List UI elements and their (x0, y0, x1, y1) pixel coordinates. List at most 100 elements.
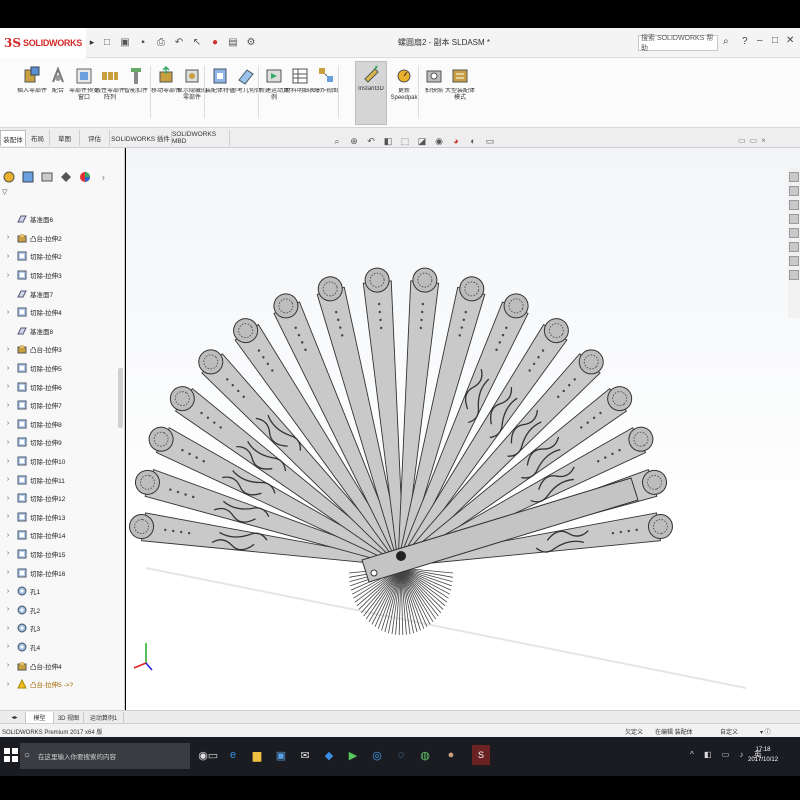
maps-icon[interactable]: ◍ (418, 747, 432, 763)
tree-item[interactable]: › 切除-拉伸9 (0, 433, 120, 452)
expand-chevron-icon[interactable]: › (0, 569, 16, 576)
maximize-button[interactable]: □ (772, 35, 778, 46)
design-library-icon[interactable] (789, 186, 799, 196)
appearances-icon[interactable] (789, 228, 799, 238)
feature-manager-tab-icon[interactable] (2, 171, 15, 184)
tree-item[interactable]: › 凸台-拉伸4 (0, 656, 120, 675)
scene-icon[interactable]: ◐ (466, 134, 480, 148)
expand-chevron-icon[interactable]: › (0, 662, 16, 669)
show-hidden-button[interactable]: 显示隐藏的零部件 (177, 64, 207, 122)
expand-chevron-icon[interactable]: › (0, 402, 16, 409)
viewport-window-controls[interactable]: ▭▭× (738, 136, 770, 145)
view-palette-icon[interactable] (789, 214, 799, 224)
expand-chevron-icon[interactable]: › (0, 513, 16, 520)
tree-item[interactable]: › 切除-拉伸6 (0, 377, 120, 396)
tree-item[interactable]: › 切除-拉伸15 (0, 545, 120, 564)
expand-chevron-icon[interactable]: › (0, 476, 16, 483)
task-view-icon[interactable]: ▭ (206, 747, 220, 763)
graphics-area[interactable] (126, 148, 800, 710)
mate-button[interactable]: 配合 (44, 64, 72, 122)
edge-browser-icon[interactable]: e (226, 747, 240, 763)
tree-item[interactable]: › 切除-拉伸4 (0, 303, 120, 322)
hide-show-icon[interactable]: ◉ (432, 134, 446, 148)
explode-view-button[interactable]: 爆炸视图 (312, 64, 340, 122)
display-manager-tab-icon[interactable] (78, 171, 91, 184)
expand-chevron-icon[interactable]: › (0, 458, 16, 465)
linear-pattern-button[interactable]: 线性零部件阵列 (95, 64, 125, 122)
tree-item[interactable]: › 切除-拉伸16 (0, 563, 120, 582)
assembly-feature-button[interactable]: 装配体特征 (205, 64, 235, 122)
tree-item[interactable]: › 孔3 (0, 619, 120, 638)
smart-fastener-button[interactable]: 智能扣件 (122, 64, 150, 122)
tab-solidworks-addins[interactable]: SOLIDWORKS 插件 (110, 130, 172, 146)
undo-icon[interactable]: ↶ (172, 36, 186, 50)
resources-icon[interactable] (789, 172, 799, 182)
fan-model[interactable] (126, 148, 800, 710)
tree-item[interactable]: › 切除-拉伸14 (0, 526, 120, 545)
solidworks-forum-icon[interactable] (789, 256, 799, 266)
solidworks-taskbar-icon[interactable]: S (472, 745, 490, 765)
tree-item[interactable]: › 孔4 (0, 638, 120, 657)
expand-chevron-icon[interactable]: › (0, 532, 16, 539)
tab-layout[interactable]: 布局 (26, 130, 50, 146)
store-icon[interactable]: ▣ (274, 747, 288, 763)
tree-item[interactable]: › 切除-拉伸2 (0, 247, 120, 266)
tree-item[interactable]: › 凸台-拉伸5 ->? (0, 675, 120, 694)
tree-item[interactable]: › 切除-拉伸3 (0, 266, 120, 285)
tab-sketch[interactable]: 草图 (50, 130, 80, 146)
close-button[interactable]: ✕ (786, 35, 794, 46)
speedpak-button[interactable]: 更新 Speedpak (390, 64, 418, 122)
save-icon[interactable]: ▪ (136, 36, 150, 50)
help-search-input[interactable]: 搜索 SOLIDWORKS 帮助 (638, 35, 718, 52)
tree-item[interactable]: 基准面7 (0, 284, 120, 303)
zoom-to-fit-icon[interactable]: ⌕ (330, 134, 344, 148)
expand-chevron-icon[interactable]: › (0, 420, 16, 427)
property-manager-tab-icon[interactable] (21, 171, 34, 184)
view-settings-icon[interactable]: ▭ (483, 134, 497, 148)
zoom-area-icon[interactable]: ⊕ (347, 134, 361, 148)
tree-item[interactable]: 基准面8 (0, 322, 120, 341)
tree-item[interactable]: › 切除-拉伸12 (0, 489, 120, 508)
file-explorer-icon[interactable] (789, 200, 799, 210)
insert-component-button[interactable]: 插入零部件 (17, 64, 47, 122)
units-selector[interactable]: 自定义 (720, 727, 738, 736)
panel-expand-icon[interactable]: › (97, 171, 110, 184)
tree-item[interactable]: › 切除-拉伸7 (0, 396, 120, 415)
tree-item[interactable]: › 孔1 (0, 582, 120, 601)
expand-chevron-icon[interactable]: › (0, 234, 16, 241)
search-app-icon[interactable]: ◌ (394, 747, 408, 763)
tree-item[interactable]: › 切除-拉伸10 (0, 452, 120, 471)
expand-chevron-icon[interactable]: › (0, 625, 16, 632)
view-orientation-icon[interactable]: ⬚ (398, 134, 412, 148)
mail-icon[interactable]: ✉ (298, 747, 312, 763)
motion-study-button[interactable]: 新建运动算例 (259, 64, 289, 122)
user-app-icon[interactable]: ● (444, 747, 458, 763)
dimxpert-tab-icon[interactable] (59, 171, 72, 184)
file-properties-icon[interactable]: ▤ (226, 36, 240, 50)
tree-item[interactable]: › 凸台-拉伸3 (0, 340, 120, 359)
tree-item[interactable]: › 切除-拉伸11 (0, 470, 120, 489)
options-icon[interactable]: ⚙ (244, 36, 258, 50)
help-icon[interactable]: ? (742, 36, 748, 47)
move-component-button[interactable]: 移动零部件 (151, 64, 181, 122)
expand-chevron-icon[interactable]: › (0, 272, 16, 279)
expand-chevron-icon[interactable]: › (0, 550, 16, 557)
expand-chevron-icon[interactable]: › (0, 606, 16, 613)
expand-chevron-icon[interactable]: › (0, 495, 16, 502)
configuration-manager-tab-icon[interactable] (40, 171, 53, 184)
expand-chevron-icon[interactable]: › (0, 439, 16, 446)
status-icons[interactable]: ▾ ⓘ (760, 727, 771, 736)
media-player-icon[interactable]: ▶ (346, 747, 360, 763)
component-preview-button[interactable]: 零部件预览窗口 (69, 64, 99, 122)
solidworks-logo[interactable]: 3S SOLIDWORKS (0, 27, 86, 58)
tree-item[interactable]: › 切除-拉伸8 (0, 415, 120, 434)
expand-chevron-icon[interactable]: › (0, 383, 16, 390)
scroll-left-icon[interactable]: ◂▸ (4, 712, 26, 723)
select-icon[interactable]: ↖ (190, 36, 204, 50)
tab-assembly[interactable]: 装配体 (0, 130, 26, 146)
previous-view-icon[interactable]: ↶ (364, 134, 378, 148)
minimize-button[interactable]: – (757, 35, 763, 46)
tree-item[interactable]: › 凸台-拉伸2 (0, 229, 120, 248)
tab-solidworks-mbd[interactable]: SOLIDWORKS MBD (172, 130, 230, 146)
expand-chevron-icon[interactable]: › (0, 346, 16, 353)
